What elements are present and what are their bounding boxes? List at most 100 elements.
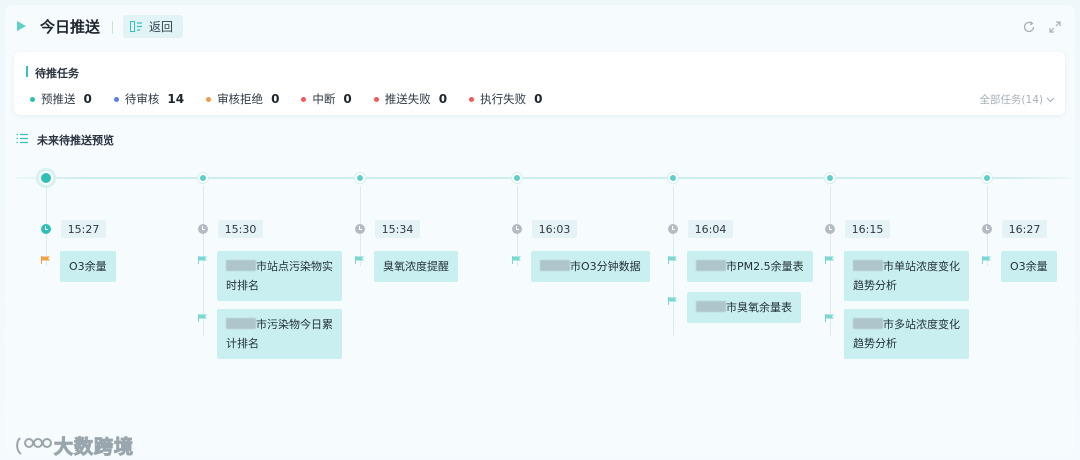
push-task: 市多站浓度变化 趋势分析 <box>825 309 969 359</box>
redacted-text <box>226 260 256 271</box>
flag-icon <box>825 314 834 322</box>
timeline-axis <box>15 177 1070 179</box>
time-chip: 16:04 <box>688 220 733 238</box>
stat-item[interactable]: 待审核 14 <box>113 91 185 107</box>
task-name-cont: 趋势分析 <box>853 279 897 292</box>
task-name: 臭氧浓度提醒 <box>383 260 449 273</box>
pending-tasks-card: 待推任务 预推送 0 待审核 14 审核拒绝 0 中断 0 推送失败 0 执行失败 0 全部任务(14… <box>14 52 1065 115</box>
time-chip: 16:03 <box>532 220 577 238</box>
task-card[interactable]: 臭氧浓度提醒 <box>374 251 458 282</box>
status-dot <box>30 96 35 102</box>
stat-label: 待审核 <box>124 92 160 106</box>
clock-icon <box>512 224 522 234</box>
refresh-icon[interactable] <box>1022 20 1036 34</box>
play-icon <box>17 21 26 31</box>
today-push-panel: 今日推送 返回 待推任务 预推送 0 待审核 14 审核拒绝 0 中断 0 推送失败 0 执行失败 0… <box>5 5 1075 459</box>
stat-item[interactable]: 推送失败 0 <box>373 91 448 107</box>
status-dot <box>113 96 119 102</box>
list-icon <box>16 133 28 144</box>
stat-item[interactable]: 执行失败 0 <box>469 91 543 107</box>
task-card[interactable]: 市污染物今日累 计排名 <box>217 309 342 359</box>
task-name: 市污染物今日累 <box>256 318 333 331</box>
stat-value: 0 <box>534 92 543 106</box>
task-card[interactable]: O3余量 <box>60 251 116 282</box>
time-row: 16:15 <box>825 220 890 238</box>
stat-value: 14 <box>167 92 185 106</box>
flag-icon <box>668 256 677 264</box>
push-task: O3余量 <box>41 251 116 282</box>
task-card[interactable]: 市单站浓度变化趋势分析 <box>844 251 969 301</box>
timeline-node <box>668 173 678 183</box>
stat-value: 0 <box>438 92 448 106</box>
redacted-text <box>853 260 883 271</box>
task-card[interactable]: 市PM2.5余量表 <box>687 251 813 282</box>
flag-icon <box>198 256 207 264</box>
timeline-node <box>198 173 208 183</box>
watermark-logo-icon <box>16 436 52 455</box>
clock-icon <box>668 224 678 234</box>
flag-icon <box>198 314 207 322</box>
push-task: 市单站浓度变化趋势分析 <box>825 251 969 301</box>
redacted-text <box>540 260 570 271</box>
back-button[interactable]: 返回 <box>123 15 183 38</box>
time-chip: 16:27 <box>1002 220 1047 238</box>
stat-label: 执行失败 <box>480 92 527 106</box>
stat-label: 审核拒绝 <box>217 92 264 106</box>
time-chip: 15:34 <box>375 220 420 238</box>
stat-value: 0 <box>271 92 280 106</box>
flag-icon <box>825 256 834 264</box>
status-stats: 预推送 0 待审核 14 审核拒绝 0 中断 0 推送失败 0 执行失败 0 <box>30 91 565 107</box>
task-name: O3余量 <box>1010 260 1048 273</box>
task-name-cont: 时排名 <box>226 279 259 292</box>
push-task: 臭氧浓度提醒 <box>355 251 458 282</box>
time-row: 16:04 <box>668 220 733 238</box>
pending-tasks-title: 待推任务 <box>35 67 79 80</box>
task-name: O3余量 <box>69 260 107 273</box>
timeline-node <box>39 171 53 185</box>
task-card[interactable]: 市多站浓度变化 趋势分析 <box>844 309 969 359</box>
push-task: 市站点污染物实 时排名 <box>198 251 342 301</box>
push-task: 市PM2.5余量表 <box>668 251 813 282</box>
chevron-down-icon <box>1046 97 1055 102</box>
flag-icon <box>41 256 50 264</box>
task-card[interactable]: O3余量 <box>1001 251 1057 282</box>
stat-item[interactable]: 审核拒绝 0 <box>206 91 279 107</box>
stat-label: 预推送 <box>41 92 76 106</box>
clock-icon <box>355 224 365 234</box>
page-title: 今日推送 <box>40 18 101 36</box>
timeline-node <box>512 173 522 183</box>
stat-label: 推送失败 <box>384 92 431 106</box>
redacted-text <box>696 301 726 312</box>
status-dot <box>206 96 212 102</box>
back-label: 返回 <box>149 20 174 34</box>
time-row: 16:03 <box>512 220 577 238</box>
time-row: 15:27 <box>41 220 106 238</box>
task-name: 市O3分钟数据 <box>570 260 641 273</box>
stat-item[interactable]: 预推送 0 <box>30 91 92 107</box>
header-divider <box>112 21 113 34</box>
clock-icon <box>41 224 51 234</box>
redacted-text <box>226 318 256 329</box>
watermark-text: 大数跨境 <box>53 436 135 459</box>
all-tasks-dropdown[interactable]: 全部任务(14) <box>979 92 1055 107</box>
task-card[interactable]: 市站点污染物实 时排名 <box>217 251 342 301</box>
flag-icon <box>668 297 677 305</box>
task-name: 市PM2.5余量表 <box>726 260 804 273</box>
flag-icon <box>512 256 521 264</box>
timeline-node <box>825 173 835 183</box>
task-card[interactable]: 市O3分钟数据 <box>531 251 650 282</box>
redacted-text <box>853 318 883 329</box>
expand-icon[interactable] <box>1048 20 1062 34</box>
push-task: 市污染物今日累 计排名 <box>198 309 342 359</box>
stat-item[interactable]: 中断 0 <box>301 91 352 107</box>
flag-icon <box>982 256 991 264</box>
push-task: O3余量 <box>982 251 1057 282</box>
task-card[interactable]: 市臭氧余量表 <box>687 292 801 323</box>
time-chip: 15:30 <box>218 220 263 238</box>
task-name: 市单站浓度变化 <box>883 260 960 273</box>
status-dot <box>469 96 475 102</box>
status-dot <box>373 96 379 102</box>
time-row: 15:34 <box>355 220 420 238</box>
task-name: 市多站浓度变化 <box>883 318 960 331</box>
status-dot <box>301 96 307 102</box>
